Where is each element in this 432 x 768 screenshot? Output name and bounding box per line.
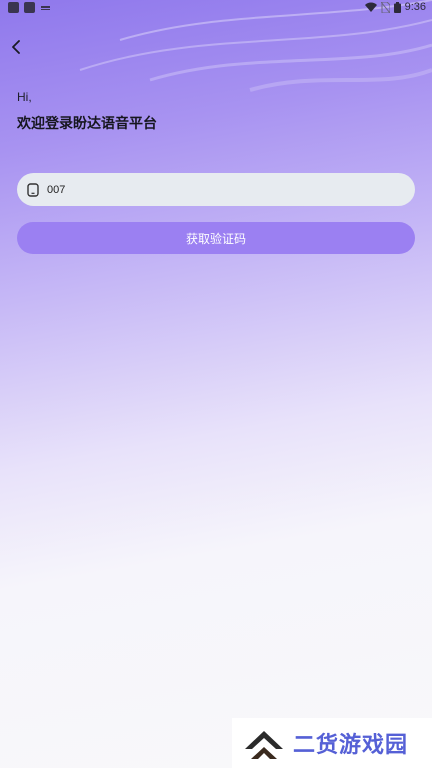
phone-number-field[interactable]	[17, 173, 415, 206]
chevron-left-icon	[12, 40, 20, 54]
status-bar: 9:36	[0, 0, 432, 18]
notification-app-icon	[24, 2, 35, 13]
back-button[interactable]	[6, 36, 26, 58]
battery-icon	[393, 1, 401, 13]
wifi-icon	[364, 2, 377, 12]
login-screen: 9:36 Hi, 欢迎登录盼达语音平台 获取验证码 二货游戏园	[0, 0, 432, 768]
notification-keyboard-icon	[40, 2, 51, 13]
watermark-logo-icon	[245, 731, 283, 759]
phone-icon	[27, 182, 39, 197]
phone-number-input[interactable]	[47, 183, 387, 196]
watermark-text: 二货游戏园	[293, 732, 409, 757]
status-time: 9:36	[404, 1, 426, 13]
greeting-hi: Hi,	[17, 90, 32, 104]
header-wave-decoration	[79, 0, 432, 92]
page-title: 欢迎登录盼达语音平台	[17, 115, 157, 131]
no-sim-icon	[380, 1, 390, 13]
notification-app-icon	[8, 2, 19, 13]
get-verification-code-button[interactable]: 获取验证码	[17, 222, 415, 254]
get-verification-code-label: 获取验证码	[185, 231, 246, 246]
watermark: 二货游戏园	[232, 718, 432, 768]
